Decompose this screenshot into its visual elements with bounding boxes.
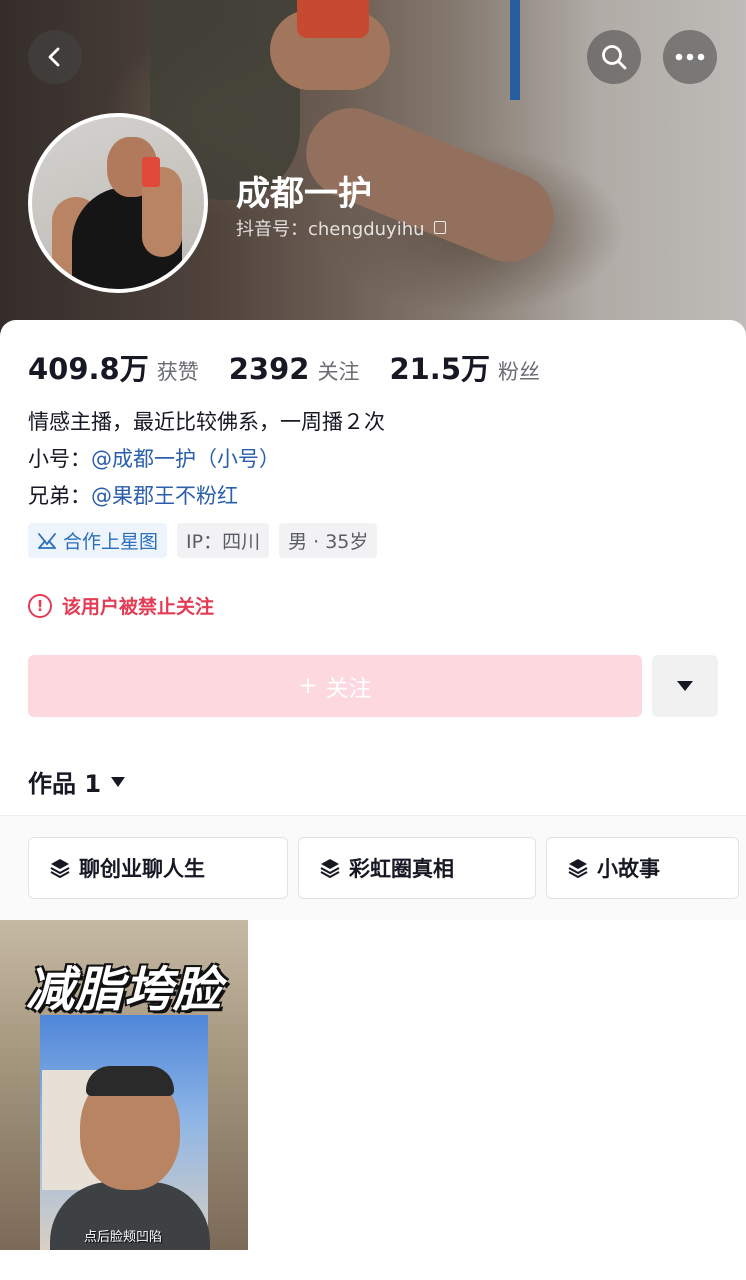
follow-banned-notice: ! 该用户被禁止关注 xyxy=(28,592,214,619)
stat-label: 关注 xyxy=(317,360,360,384)
collection-item[interactable]: 聊创业聊人生 xyxy=(28,837,288,899)
brother-account-link[interactable]: @果郡王不粉红 xyxy=(91,484,238,508)
stat-likes[interactable]: 409.8万 获赞 xyxy=(28,346,199,388)
alert-icon: ! xyxy=(28,593,52,618)
follow-button[interactable]: + 关注 xyxy=(28,655,642,717)
star-collab-tag[interactable]: 合作上星图 xyxy=(28,523,168,558)
stat-value: 21.5万 xyxy=(389,352,491,386)
profile-name: 成都一护 xyxy=(236,174,372,214)
bio-line-brother: 兄弟：@果郡王不粉红 xyxy=(28,478,385,515)
search-button[interactable] xyxy=(587,30,641,84)
video-thumbnail[interactable]: 减脂垮脸 点后脸颊凹陷 xyxy=(0,920,248,1250)
douyin-id[interactable]: 抖音号：chengduyihu xyxy=(236,215,446,241)
more-actions-dropdown[interactable] xyxy=(652,655,718,717)
stat-label: 粉丝 xyxy=(498,360,541,384)
works-label: 作品 1 xyxy=(28,770,102,798)
tag-label: 男 · 35岁 xyxy=(288,531,369,553)
bio-label: 小号： xyxy=(28,447,91,471)
alt-account-link[interactable]: @成都一护（小号） xyxy=(91,447,280,471)
tag-label: IP：四川 xyxy=(186,531,261,553)
stat-followers[interactable]: 21.5万 粉丝 xyxy=(389,346,540,388)
layers-icon xyxy=(568,859,588,878)
caret-down-icon xyxy=(111,776,126,787)
stat-value: 2392 xyxy=(228,352,310,386)
bio-line: 情感主播，最近比较佛系，一周播２次 xyxy=(28,410,385,434)
video-title-overlay: 减脂垮脸 xyxy=(26,962,223,1018)
video-caption: 点后脸颊凹陷 xyxy=(84,1230,163,1245)
collection-item[interactable]: 彩虹圈真相 xyxy=(298,837,536,899)
chevron-left-icon xyxy=(48,47,60,67)
collection-label: 聊创业聊人生 xyxy=(79,857,205,881)
layers-icon xyxy=(50,859,70,878)
stat-label: 获赞 xyxy=(156,360,199,384)
copy-icon[interactable] xyxy=(431,220,446,236)
tab-works[interactable]: 作品 1 xyxy=(28,764,126,799)
more-dots-icon xyxy=(675,53,705,61)
search-icon xyxy=(602,45,627,70)
avatar[interactable] xyxy=(28,113,208,293)
follow-label: 关注 xyxy=(325,676,372,702)
layers-icon xyxy=(320,859,340,878)
gender-age-tag: 男 · 35岁 xyxy=(279,523,378,558)
bio-label: 兄弟： xyxy=(28,484,91,508)
collection-label: 彩虹圈真相 xyxy=(349,857,454,881)
more-options-button[interactable] xyxy=(663,30,717,84)
star-map-icon xyxy=(38,532,56,549)
caret-down-icon xyxy=(677,681,693,691)
back-button[interactable] xyxy=(28,30,82,84)
warning-text: 该用户被禁止关注 xyxy=(62,596,215,618)
douyin-id-text: 抖音号：chengduyihu xyxy=(236,219,425,240)
profile-tags: 合作上星图 IP：四川 男 · 35岁 xyxy=(28,523,378,558)
ip-location-tag: IP：四川 xyxy=(177,523,270,558)
collection-item[interactable]: 小故事 xyxy=(546,837,739,899)
collection-label: 小故事 xyxy=(597,857,660,881)
profile-bio: 情感主播，最近比较佛系，一周播２次 小号：@成都一护（小号） 兄弟：@果郡王不粉… xyxy=(28,404,385,515)
plus-icon: + xyxy=(298,673,318,699)
profile-stats: 409.8万 获赞 2392 关注 21.5万 粉丝 xyxy=(28,346,570,388)
tag-label: 合作上星图 xyxy=(63,531,159,553)
stat-value: 409.8万 xyxy=(28,352,149,386)
stat-following[interactable]: 2392 关注 xyxy=(229,352,360,386)
bio-line-alt-account: 小号：@成都一护（小号） xyxy=(28,441,385,478)
